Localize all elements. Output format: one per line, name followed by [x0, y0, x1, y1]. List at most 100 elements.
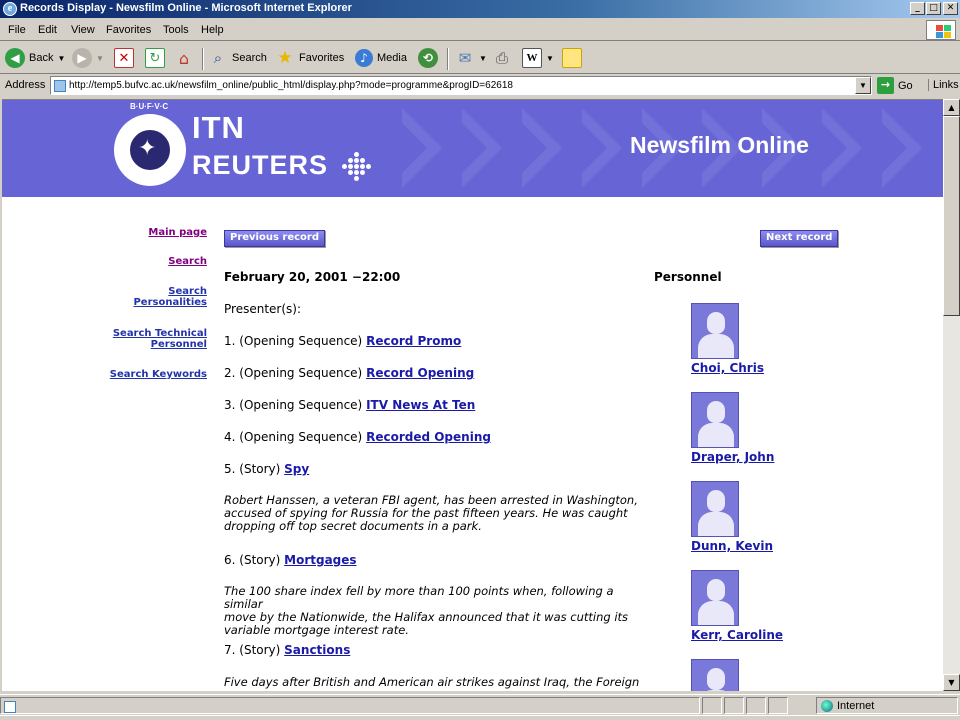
edit-dropdown-icon[interactable]: ▼	[546, 54, 554, 63]
nav-search-personalities-line1[interactable]: Search	[168, 286, 207, 297]
status-bar: Internet	[0, 694, 960, 714]
go-label: Go	[898, 79, 913, 92]
previous-record-button[interactable]: Previous record	[224, 230, 326, 247]
scroll-thumb[interactable]	[943, 116, 960, 316]
favorites-star-icon: ★	[277, 48, 293, 68]
item-link-record-promo[interactable]: Record Promo	[366, 334, 461, 348]
menu-file[interactable]: File	[8, 24, 26, 36]
links-button[interactable]: Links	[928, 79, 959, 91]
menu-tools[interactable]: Tools	[163, 24, 189, 36]
title-bar: e Records Display - Newsfilm Online - Mi…	[0, 0, 960, 18]
nav-search-personalities-line2[interactable]: Personalities	[133, 297, 207, 308]
history-icon: ⟲	[418, 48, 438, 68]
status-cell	[724, 697, 744, 714]
print-button[interactable]: ⎙	[492, 46, 512, 70]
back-dropdown-icon[interactable]: ▼	[57, 54, 65, 63]
nav-main-page[interactable]: Main page	[148, 227, 207, 238]
item-link-mortgages[interactable]: Mortgages	[284, 553, 356, 567]
favorites-button[interactable]: ★ Favorites	[275, 46, 344, 70]
mail-dropdown-icon[interactable]: ▼	[479, 54, 487, 63]
person-link-dunn-kevin[interactable]: Dunn, Kevin	[691, 539, 811, 553]
address-url: http://temp5.bufvc.ac.uk/newsfilm_online…	[69, 80, 513, 91]
stop-button[interactable]: ✕	[114, 46, 134, 70]
page-viewport: ✦ B·U·F·V·C ITN REUTERS Newsfilm Online …	[2, 99, 943, 691]
person-card: Dunn, Kevin	[691, 481, 811, 553]
nav-search-technical-line1[interactable]: Search Technical	[113, 328, 207, 339]
nav-search-technical-line2[interactable]: Personnel	[151, 339, 207, 350]
messenger-button[interactable]	[562, 46, 582, 70]
person-placeholder-icon[interactable]	[691, 303, 739, 359]
refresh-button[interactable]: ↻	[145, 46, 165, 70]
list-item: 5. (Story) Spy	[224, 462, 309, 476]
favorites-label: Favorites	[299, 52, 345, 64]
media-label: Media	[377, 52, 407, 64]
item-link-sanctions[interactable]: Sanctions	[284, 643, 350, 657]
person-placeholder-icon[interactable]	[691, 570, 739, 626]
forward-button[interactable]: ▶ ▼	[72, 46, 104, 70]
forward-dropdown-icon[interactable]: ▼	[96, 54, 104, 63]
menu-view[interactable]: View	[71, 24, 95, 36]
vertical-scrollbar[interactable]: ▲ ▼	[943, 99, 960, 691]
person-link-draper-john[interactable]: Draper, John	[691, 450, 811, 464]
person-card: Draper, John	[691, 392, 811, 464]
search-label: Search	[232, 52, 267, 64]
address-label: Address	[5, 79, 46, 91]
home-icon: ⌂	[178, 48, 190, 68]
address-bar: Address http://temp5.bufvc.ac.uk/newsfil…	[0, 75, 960, 97]
history-button[interactable]: ⟲	[418, 46, 438, 70]
person-link-choi-chris[interactable]: Choi, Chris	[691, 361, 811, 375]
status-cell	[768, 697, 788, 714]
person-placeholder-icon[interactable]	[691, 481, 739, 537]
record-datetime: February 20, 2001 −22:00	[224, 270, 401, 284]
scroll-down-arrow-icon[interactable]: ▼	[943, 674, 960, 691]
mail-button[interactable]: ✉ ▼	[455, 46, 487, 70]
item-link-recorded-opening[interactable]: Recorded Opening	[366, 430, 491, 444]
person-placeholder-icon[interactable]	[691, 659, 739, 691]
zone-label: Internet	[837, 699, 875, 712]
address-dropdown-icon[interactable]: ▼	[855, 77, 871, 94]
item-link-spy[interactable]: Spy	[284, 462, 309, 476]
item-prefix: 1. (Opening Sequence)	[224, 334, 363, 348]
person-placeholder-icon[interactable]	[691, 392, 739, 448]
person-card: Choi, Chris	[691, 303, 811, 375]
item-link-itv-news-at-ten[interactable]: ITV News At Ten	[366, 398, 475, 412]
back-button[interactable]: ◀ Back ▼	[5, 46, 65, 70]
scroll-up-arrow-icon[interactable]: ▲	[943, 99, 960, 116]
bufvc-logo-text: B·U·F·V·C	[130, 102, 169, 111]
list-item: 2. (Opening Sequence) Record Opening	[224, 366, 474, 380]
taskbar-strip	[0, 715, 960, 720]
nav-search-keywords[interactable]: Search Keywords	[110, 369, 207, 380]
site-banner: ✦ B·U·F·V·C ITN REUTERS Newsfilm Online	[2, 100, 943, 197]
item-link-record-opening[interactable]: Record Opening	[366, 366, 474, 380]
site-title: Newsfilm Online	[630, 132, 809, 158]
stop-icon: ✕	[114, 48, 134, 68]
status-cell	[702, 697, 722, 714]
go-button[interactable]: → Go	[877, 77, 913, 94]
media-button[interactable]: ♪ Media	[355, 46, 407, 70]
refresh-icon: ↻	[145, 48, 165, 68]
page-icon	[54, 80, 66, 92]
close-button[interactable]: ✕	[943, 2, 958, 15]
summary-line: dropping off top secret documents in a p…	[224, 519, 482, 533]
search-button[interactable]: ⌕ Search	[208, 46, 267, 70]
address-input[interactable]: http://temp5.bufvc.ac.uk/newsfilm_online…	[50, 76, 872, 95]
menu-edit[interactable]: Edit	[38, 24, 57, 36]
edit-button[interactable]: W ▼	[522, 46, 554, 70]
mail-icon: ✉	[458, 49, 472, 67]
toolbar-separator	[447, 48, 449, 70]
bufvc-logo-emblem-icon: ✦	[126, 126, 174, 174]
menu-favorites[interactable]: Favorites	[106, 24, 151, 36]
next-record-button[interactable]: Next record	[760, 230, 839, 247]
status-text-cell	[0, 697, 700, 714]
ie-logo-icon: e	[3, 2, 17, 16]
maximize-button[interactable]: □	[926, 2, 941, 15]
nav-search[interactable]: Search	[168, 256, 207, 267]
person-link-kerr-caroline[interactable]: Kerr, Caroline	[691, 628, 811, 642]
minimize-button[interactable]: _	[910, 2, 925, 15]
item-prefix: 7. (Story)	[224, 643, 281, 657]
windows-logo-icon	[926, 20, 956, 40]
home-button[interactable]: ⌂	[174, 46, 194, 70]
edit-word-icon: W	[522, 48, 542, 68]
story-summary-mortgages: The 100 share index fell by more than 10…	[224, 585, 644, 637]
menu-help[interactable]: Help	[201, 24, 224, 36]
